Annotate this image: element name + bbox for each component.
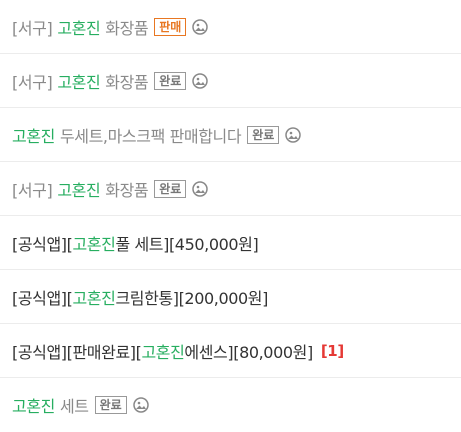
- image-icon: [132, 397, 149, 413]
- keyword-highlight: 고혼진: [72, 234, 116, 254]
- list-item[interactable]: [서구] 고혼진 화장품 완료: [0, 54, 461, 108]
- post-title: 세트: [59, 397, 89, 416]
- list-item[interactable]: [공식앱][고혼진 크림한통][200,000원]: [0, 270, 461, 324]
- keyword-highlight: 고혼진: [12, 397, 55, 416]
- image-icon: [192, 180, 209, 197]
- post-prefix: [공식앱][: [12, 288, 73, 308]
- keyword-highlight: 고혼진: [72, 288, 116, 308]
- keyword-highlight: 고혼진: [57, 72, 101, 92]
- post-list: [서구] 고혼진 화장품 판매 [서구] 고혼진 화장품 완료 고혼진 두세트,…: [0, 0, 461, 432]
- post-title: 화장품: [105, 18, 149, 38]
- keyword-highlight: 고혼진: [12, 126, 55, 146]
- image-icon: [192, 72, 209, 89]
- list-item[interactable]: [서구] 고혼진 화장품 판매: [0, 0, 461, 54]
- list-item[interactable]: [서구] 고혼진 화장품 완료: [0, 162, 461, 216]
- region-tag: [서구]: [12, 72, 53, 92]
- post-title: 화장품: [105, 180, 149, 200]
- post-title: 에센스][80,000원]: [184, 342, 313, 362]
- post-title: 풀 세트][450,000원]: [115, 234, 259, 254]
- status-badge: 완료: [247, 125, 280, 144]
- image-icon: [285, 126, 302, 143]
- keyword-highlight: 고혼진: [57, 18, 101, 38]
- post-prefix: [공식앱][판매완료][: [12, 342, 142, 362]
- image-icon: [192, 18, 209, 35]
- post-title: 크림한통][200,000원]: [115, 288, 268, 308]
- comment-count: [1]: [320, 341, 344, 360]
- list-item[interactable]: 고혼진 두세트,마스크팩 판매합니다 완료: [0, 108, 461, 162]
- keyword-highlight: 고혼진: [141, 342, 185, 362]
- region-tag: [서구]: [12, 180, 53, 200]
- status-badge: 완료: [94, 396, 127, 414]
- status-badge: 판매: [154, 17, 187, 36]
- list-item[interactable]: [공식앱][판매완료][고혼진 에센스][80,000원] [1]: [0, 324, 461, 378]
- list-item[interactable]: 고혼진 세트 완료: [0, 378, 461, 432]
- post-title: 두세트,마스크팩 판매합니다: [59, 126, 242, 146]
- post-prefix: [공식앱][: [12, 234, 73, 254]
- keyword-highlight: 고혼진: [57, 180, 101, 200]
- post-title: 화장품: [105, 72, 149, 92]
- status-badge: 완료: [154, 71, 187, 90]
- status-badge: 완료: [154, 179, 187, 198]
- list-item[interactable]: [공식앱][고혼진 풀 세트][450,000원]: [0, 216, 461, 270]
- region-tag: [서구]: [12, 18, 53, 38]
